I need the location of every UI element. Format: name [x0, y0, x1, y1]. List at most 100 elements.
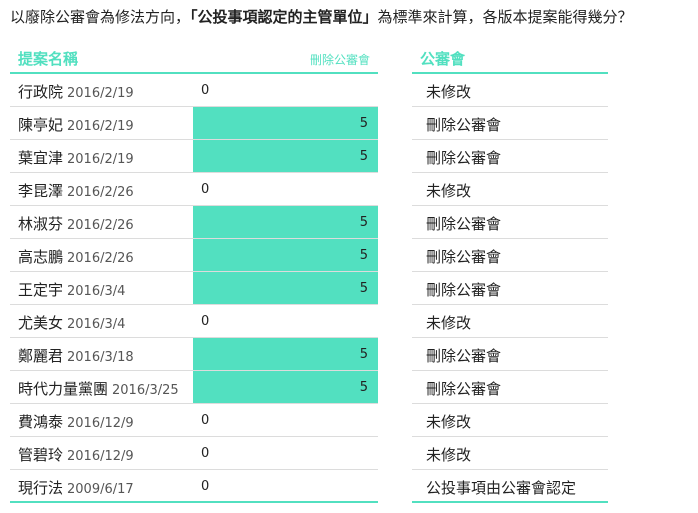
table-row: 李昆澤 2016/2/26 0	[10, 173, 378, 206]
proposal-table-header: 提案名稱 刪除公審會	[10, 42, 378, 74]
proposal-date: 2016/12/9	[67, 416, 134, 431]
review-committee-status: 刪除公審會	[426, 215, 502, 233]
table-row: 管碧玲 2016/12/9 0	[10, 437, 378, 470]
review-committee-status: 刪除公審會	[426, 347, 502, 365]
proposal-name: 葉宜津 2016/2/19	[18, 147, 134, 168]
review-committee-header-row: 公審會	[412, 42, 608, 74]
table-row: 刪除公審會	[412, 239, 608, 272]
proposal-name: 高志鵬 2016/2/26	[18, 246, 134, 267]
proposal-name: 李昆澤 2016/2/26	[18, 180, 134, 201]
proposer-name: 時代力量黨團	[18, 380, 109, 398]
review-committee-status: 未修改	[426, 83, 472, 101]
proposer-name: 行政院	[18, 83, 64, 101]
proposal-date: 2016/2/19	[67, 86, 134, 101]
table-row: 林淑芬 2016/2/26 5	[10, 206, 378, 239]
proposal-rows: 行政院 2016/2/19 0 陳亭妃 2016/2/19 5 葉宜津 2016/2/19 5 李…	[10, 74, 378, 503]
score-value: 0	[201, 479, 210, 494]
table-row: 刪除公審會	[412, 272, 608, 305]
table-row: 未修改	[412, 305, 608, 338]
proposer-name: 管碧玲	[18, 446, 64, 464]
proposal-date: 2016/2/26	[67, 185, 134, 200]
score-bar	[193, 371, 378, 403]
question-part-2: 「公投事項認定的主管單位」	[190, 8, 378, 26]
table-row: 時代力量黨團 2016/3/25 5	[10, 371, 378, 404]
review-committee-header: 公審會	[420, 50, 466, 68]
table-row: 刪除公審會	[412, 140, 608, 173]
proposal-date: 2016/2/19	[67, 152, 134, 167]
score-bar	[193, 338, 378, 370]
proposer-name: 王定宇	[18, 281, 64, 299]
table-row: 現行法 2009/6/17 0	[10, 470, 378, 503]
question-part-1: 以廢除公審會為修法方向，	[10, 8, 191, 26]
proposal-name: 時代力量黨團 2016/3/25	[18, 378, 179, 399]
proposer-name: 現行法	[18, 479, 64, 497]
proposal-name: 費鴻泰 2016/12/9	[18, 411, 134, 432]
proposal-date: 2016/3/4	[67, 317, 126, 332]
proposer-name: 陳亭妃	[18, 116, 64, 134]
score-value: 5	[359, 215, 368, 230]
score-bar	[193, 239, 378, 271]
proposal-date: 2016/2/26	[67, 218, 134, 233]
table-row: 尤美女 2016/3/4 0	[10, 305, 378, 338]
table-row: 鄭麗君 2016/3/18 5	[10, 338, 378, 371]
proposer-name: 費鴻泰	[18, 413, 64, 431]
table-row: 費鴻泰 2016/12/9 0	[10, 404, 378, 437]
table-row: 刪除公審會	[412, 338, 608, 371]
proposal-name: 管碧玲 2016/12/9	[18, 444, 134, 465]
proposal-date: 2016/3/18	[67, 350, 134, 365]
review-committee-table: 公審會 未修改 刪除公審會 刪除公審會 未修改 刪除公審會 刪除公審會 刪除公審會 未修改 刪除…	[412, 42, 608, 503]
proposer-name: 高志鵬	[18, 248, 64, 266]
table-row: 陳亭妃 2016/2/19 5	[10, 107, 378, 140]
proposal-date: 2009/6/17	[67, 482, 134, 497]
score-bar	[193, 206, 378, 238]
proposal-name: 陳亭妃 2016/2/19	[18, 114, 134, 135]
score-value: 5	[359, 149, 368, 164]
review-committee-status: 刪除公審會	[426, 116, 502, 134]
review-committee-status: 未修改	[426, 182, 472, 200]
score-value: 5	[359, 347, 368, 362]
proposal-name: 鄭麗君 2016/3/18	[18, 345, 134, 366]
review-committee-status: 刪除公審會	[426, 248, 502, 266]
question-text: 以廢除公審會為修法方向，「公投事項認定的主管單位」為標準來計算，各版本提案能得幾…	[10, 6, 633, 28]
proposal-score-table: 提案名稱 刪除公審會 行政院 2016/2/19 0 陳亭妃 2016/2/19 5 葉宜津…	[10, 42, 378, 503]
proposal-date: 2016/3/4	[67, 284, 126, 299]
table-row: 公投事項由公審會認定	[412, 470, 608, 503]
proposal-name: 行政院 2016/2/19	[18, 81, 134, 102]
review-committee-status: 未修改	[426, 446, 472, 464]
review-committee-status: 未修改	[426, 413, 472, 431]
proposal-date: 2016/12/9	[67, 449, 134, 464]
table-row: 刪除公審會	[412, 107, 608, 140]
proposer-name: 鄭麗君	[18, 347, 64, 365]
proposal-name: 林淑芬 2016/2/26	[18, 213, 134, 234]
review-committee-status: 刪除公審會	[426, 149, 502, 167]
score-value: 0	[201, 314, 210, 329]
score-column-header: 刪除公審會	[309, 53, 370, 67]
score-value: 5	[359, 116, 368, 131]
proposal-name: 王定宇 2016/3/4	[18, 279, 125, 300]
table-row: 刪除公審會	[412, 206, 608, 239]
proposal-date: 2016/2/26	[67, 251, 134, 266]
proposer-name: 李昆澤	[18, 182, 64, 200]
table-row: 未修改	[412, 404, 608, 437]
table-row: 未修改	[412, 173, 608, 206]
score-value: 0	[201, 446, 210, 461]
review-committee-rows: 未修改 刪除公審會 刪除公審會 未修改 刪除公審會 刪除公審會 刪除公審會 未修改 刪除公審會刪…	[412, 74, 608, 503]
score-bar	[193, 140, 378, 172]
proposer-name: 葉宜津	[18, 149, 64, 167]
question-part-3: 為標準來計算，各版本提案能得幾分？	[377, 8, 633, 26]
review-committee-status: 未修改	[426, 314, 472, 332]
score-value: 0	[201, 413, 210, 428]
table-row: 未修改	[412, 437, 608, 470]
review-committee-status: 公投事項由公審會認定	[426, 479, 577, 497]
page: 以廢除公審會為修法方向，「公投事項認定的主管單位」為標準來計算，各版本提案能得幾…	[0, 0, 698, 513]
table-row: 王定宇 2016/3/4 5	[10, 272, 378, 305]
review-committee-status: 刪除公審會	[426, 380, 502, 398]
proposer-name: 尤美女	[18, 314, 64, 332]
score-value: 5	[359, 248, 368, 263]
proposal-date: 2016/3/25	[112, 383, 179, 398]
review-committee-status: 刪除公審會	[426, 281, 502, 299]
proposal-date: 2016/2/19	[67, 119, 134, 134]
proposal-name-header: 提案名稱	[18, 50, 79, 68]
proposal-name: 尤美女 2016/3/4	[18, 312, 125, 333]
score-value: 0	[201, 182, 210, 197]
